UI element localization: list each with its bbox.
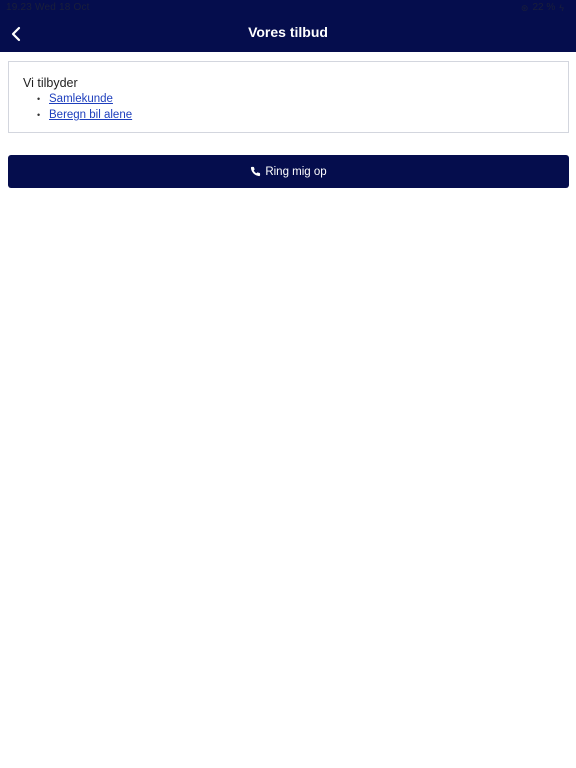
charging-icon: ϟ [559, 2, 564, 13]
status-date: Wed 18 Oct [35, 2, 90, 13]
offers-list: • Samlekunde • Beregn bil alene [23, 91, 554, 123]
status-indicators: ⊛ 22 % ϟ [521, 2, 564, 13]
link-beregn-bil-alene[interactable]: Beregn bil alene [49, 109, 132, 121]
bullet-icon: • [37, 110, 41, 120]
link-samlekunde[interactable]: Samlekunde [49, 93, 113, 105]
status-time: 19.23 [6, 2, 33, 13]
battery-percentage: 22 % [532, 2, 556, 13]
call-me-button[interactable]: Ring mig op [8, 155, 569, 188]
status-bar: 19.23 Wed 18 Oct ⊛ 22 % ϟ [0, 0, 576, 16]
call-me-label: Ring mig op [265, 165, 327, 178]
page-title: Vores tilbud [248, 24, 328, 40]
list-item: • Samlekunde [37, 91, 554, 107]
phone-icon [251, 166, 261, 177]
app-header: 19.23 Wed 18 Oct ⊛ 22 % ϟ Vores tilbud [0, 0, 576, 52]
status-time-date: 19.23 Wed 18 Oct [6, 2, 90, 13]
offers-card: Vi tilbyder • Samlekunde • Beregn bil al… [8, 61, 569, 133]
orientation-lock-icon: ⊛ [520, 2, 529, 13]
offers-heading: Vi tilbyder [23, 76, 78, 90]
bullet-icon: • [37, 94, 41, 104]
list-item: • Beregn bil alene [37, 107, 554, 123]
